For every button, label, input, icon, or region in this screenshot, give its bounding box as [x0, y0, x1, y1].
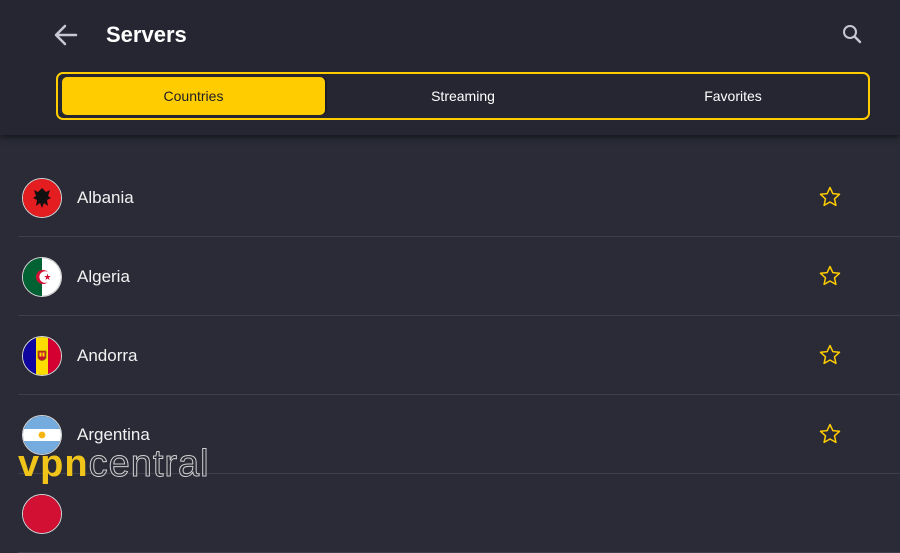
albania-flag-icon: [22, 178, 62, 218]
country-list: Albania Algeria Andorra Argentina: [18, 158, 900, 553]
algeria-flag-icon: [22, 257, 62, 297]
country-row-andorra[interactable]: Andorra: [18, 316, 900, 395]
app-header: Servers Countries Streaming Favorites: [0, 0, 900, 135]
country-name: Andorra: [77, 346, 138, 365]
star-icon[interactable]: [818, 422, 842, 446]
country-name: Albania: [77, 188, 134, 207]
star-icon[interactable]: [818, 185, 842, 209]
tab-favorites[interactable]: Favorites: [598, 74, 868, 118]
country-row-albania[interactable]: Albania: [18, 158, 900, 237]
star-icon[interactable]: [818, 264, 842, 288]
watermark-logo: vpncentral: [18, 444, 210, 488]
tab-countries[interactable]: Countries: [62, 77, 325, 115]
flag-icon: [22, 494, 62, 534]
page-title: Servers: [106, 22, 187, 47]
arrow-left-icon: [54, 24, 78, 46]
search-icon: [843, 25, 862, 44]
watermark-central: central: [88, 443, 210, 485]
andorra-flag-icon: [22, 336, 62, 376]
server-tabs: Countries Streaming Favorites: [56, 72, 870, 120]
country-name: Algeria: [77, 267, 130, 286]
country-row-algeria[interactable]: Algeria: [18, 237, 900, 316]
back-button[interactable]: [50, 20, 82, 50]
tab-streaming[interactable]: Streaming: [328, 74, 598, 118]
search-button[interactable]: [838, 20, 866, 48]
star-icon[interactable]: [818, 343, 842, 367]
watermark-vpn: vpn: [18, 443, 89, 485]
